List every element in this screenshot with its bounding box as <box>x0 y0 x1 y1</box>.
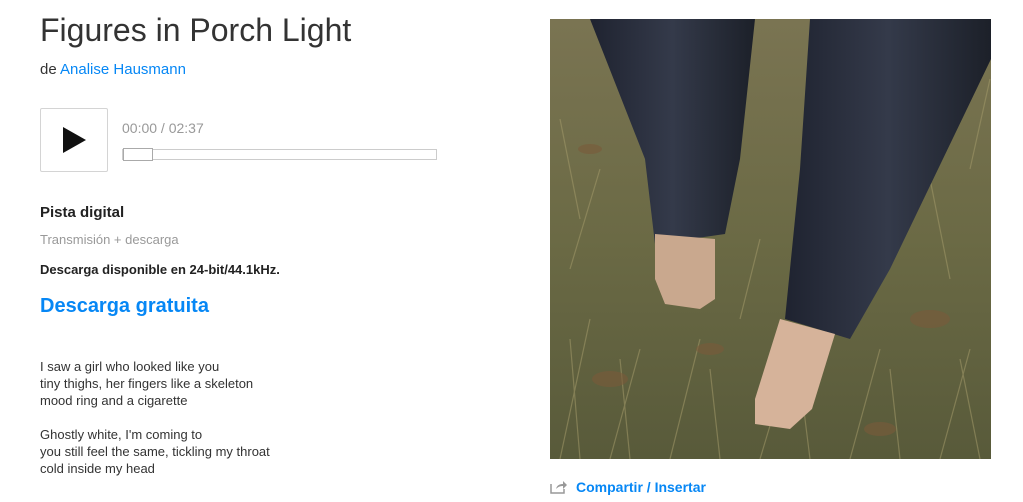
lyric-line: you still feel the same, tickling my thr… <box>40 444 270 459</box>
artist-link[interactable]: Analise Hausmann <box>60 61 186 78</box>
free-download-link[interactable]: Descarga gratuita <box>40 295 209 318</box>
byline: de Analise Hausmann <box>40 61 186 78</box>
lyric-line: cold inside my head <box>40 461 155 476</box>
lyric-line: tiny thighs, her fingers like a skeleton <box>40 376 254 391</box>
lyrics-stanza: Ghostly white, I'm coming to you still f… <box>40 426 270 477</box>
format-subtitle: Transmisión + descarga <box>40 232 179 247</box>
share-icon <box>550 481 567 494</box>
format-title: Pista digital <box>40 204 125 221</box>
share-embed-link[interactable]: Compartir / Insertar <box>550 479 706 495</box>
hires-note: Descarga disponible en 24-bit/44.1kHz. <box>40 262 280 277</box>
progress-bar[interactable] <box>122 148 437 161</box>
by-prefix: de <box>40 61 57 78</box>
share-label: Compartir / Insertar <box>576 479 706 495</box>
audio-player: 00:00 / 02:37 <box>40 108 440 174</box>
lyrics: I saw a girl who looked like you tiny th… <box>40 358 270 494</box>
play-button[interactable] <box>40 108 108 172</box>
album-art-image <box>550 19 991 459</box>
time-readout: 00:00 / 02:37 <box>122 120 204 136</box>
lyric-line: I saw a girl who looked like you <box>40 359 220 374</box>
lyric-line: mood ring and a cigarette <box>40 393 188 408</box>
lyric-line: Ghostly white, I'm coming to <box>40 427 203 442</box>
track-title: Figures in Porch Light <box>40 12 352 48</box>
album-art[interactable] <box>550 19 991 459</box>
play-icon <box>63 127 86 153</box>
progress-thumb[interactable] <box>123 148 153 161</box>
lyrics-stanza: I saw a girl who looked like you tiny th… <box>40 358 270 409</box>
